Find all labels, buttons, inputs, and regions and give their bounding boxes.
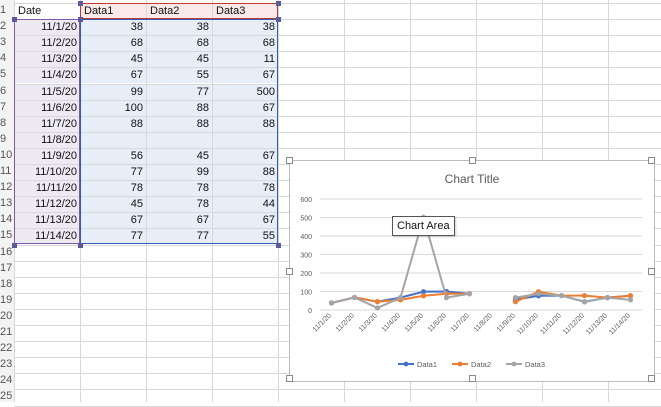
x-tick-label: 11/13/20 — [585, 312, 609, 336]
row-number[interactable]: 9 — [0, 131, 14, 147]
row-number[interactable]: 10 — [0, 147, 14, 163]
x-tick-label: 11/11/20 — [539, 312, 563, 336]
x-tick-label: 11/8/20 — [473, 312, 494, 333]
data-point-data3[interactable] — [397, 295, 404, 301]
row-number[interactable]: 18 — [0, 276, 14, 292]
row-number[interactable]: 13 — [0, 195, 14, 211]
y-tick-label: 300 — [300, 253, 312, 260]
row-number[interactable]: 6 — [0, 83, 14, 99]
row-number[interactable]: 19 — [0, 292, 14, 308]
row-number[interactable]: 4 — [0, 50, 14, 66]
legend-label-data2[interactable]: Data2 — [471, 360, 491, 369]
data-point-data3[interactable] — [558, 292, 565, 299]
chart-resize-handle[interactable] — [648, 157, 655, 164]
line-chart: Chart Title010020030040050060011/1/20 11/… — [300, 172, 642, 369]
data-point-data3[interactable] — [466, 291, 473, 297]
x-tick-label: 11/9/20 — [496, 312, 517, 333]
data-point-data2[interactable] — [420, 293, 427, 299]
values-range-selection — [80, 19, 278, 245]
selection-handle[interactable] — [12, 17, 17, 23]
row-number[interactable]: 11 — [0, 163, 14, 179]
chart-resize-handle[interactable] — [648, 268, 655, 275]
data-point-data3[interactable] — [374, 305, 381, 311]
row-number[interactable]: 20 — [0, 308, 14, 324]
data-point-data3[interactable] — [535, 291, 542, 297]
grid-row-line — [14, 389, 661, 391]
y-tick-label: 200 — [300, 271, 312, 278]
data-point-data3[interactable] — [581, 299, 588, 305]
x-tick-label: 11/7/20 — [450, 312, 471, 333]
row-number[interactable]: 25 — [0, 388, 14, 404]
row-number[interactable]: 1 — [0, 2, 14, 18]
y-tick-label: 100 — [300, 290, 312, 297]
row-number[interactable]: 21 — [0, 324, 14, 340]
header-range-selection — [80, 3, 278, 20]
chart-resize-handle[interactable] — [286, 268, 293, 275]
legend-marker-data2 — [457, 361, 463, 367]
row-number[interactable]: 24 — [0, 372, 14, 388]
y-tick-label: 500 — [300, 216, 312, 223]
y-tick-label: 400 — [300, 234, 312, 241]
row-number[interactable]: 3 — [0, 34, 14, 50]
row-number[interactable]: 12 — [0, 179, 14, 195]
selection-handle[interactable] — [78, 17, 83, 23]
chart-area-tooltip: Chart Area — [392, 216, 455, 236]
date-range-selection — [14, 19, 80, 245]
x-tick-label: 11/1/20 — [312, 312, 333, 333]
data-point-data3[interactable] — [604, 295, 611, 301]
x-tick-label: 11/10/20 — [516, 312, 540, 336]
legend-label-data3[interactable]: Data3 — [525, 360, 545, 369]
grid-row-line — [14, 405, 661, 407]
header-cell-date[interactable]: Date — [15, 4, 80, 19]
row-number[interactable]: 7 — [0, 99, 14, 115]
data-point-data3[interactable] — [443, 295, 450, 301]
selection-handle[interactable] — [78, 1, 83, 6]
selection-handle[interactable] — [78, 242, 83, 248]
x-tick-label: 11/5/20 — [404, 312, 425, 333]
chart-resize-handle[interactable] — [648, 375, 655, 382]
x-tick-label: 11/2/20 — [335, 312, 356, 333]
y-tick-label: 600 — [300, 197, 312, 204]
row-number[interactable]: 15 — [0, 227, 14, 243]
y-tick-label: 0 — [308, 308, 312, 315]
row-number[interactable]: 14 — [0, 211, 14, 227]
data-point-data2[interactable] — [374, 299, 381, 305]
chart-resize-handle[interactable] — [469, 375, 476, 382]
x-tick-label: 11/14/20 — [608, 312, 632, 336]
chart-title[interactable]: Chart Title — [445, 172, 500, 186]
row-number[interactable]: 23 — [0, 356, 14, 372]
data-point-data3[interactable] — [328, 300, 335, 306]
row-number[interactable]: 17 — [0, 260, 14, 276]
selection-handle[interactable] — [276, 1, 281, 6]
data-point-data2[interactable] — [581, 292, 588, 299]
chart-area[interactable]: Chart Title 0 100 200 300 400 500 600 11/1/20 11/… — [286, 157, 655, 382]
data-point-data3[interactable] — [512, 295, 519, 301]
chart-resize-handle[interactable] — [469, 157, 476, 164]
row-number[interactable]: 8 — [0, 115, 14, 131]
selection-handle[interactable] — [12, 242, 17, 248]
legend-marker-data3 — [511, 361, 517, 367]
x-tick-label: 11/12/20 — [562, 312, 586, 336]
selection-handle[interactable] — [276, 17, 281, 23]
chart-resize-handle[interactable] — [286, 375, 293, 382]
x-tick-label: 11/4/20 — [381, 312, 402, 333]
x-tick-label: 11/6/20 — [427, 312, 448, 333]
legend-label-data1[interactable]: Data1 — [417, 360, 437, 369]
chart-resize-handle[interactable] — [286, 157, 293, 164]
row-number[interactable]: 22 — [0, 340, 14, 356]
data-point-data3[interactable] — [627, 297, 634, 303]
selection-handle[interactable] — [276, 242, 281, 248]
legend-marker-data1 — [403, 361, 409, 367]
data-point-data3[interactable] — [351, 294, 358, 301]
row-number[interactable]: 5 — [0, 66, 14, 82]
x-tick-label: 11/3/20 — [358, 312, 379, 333]
